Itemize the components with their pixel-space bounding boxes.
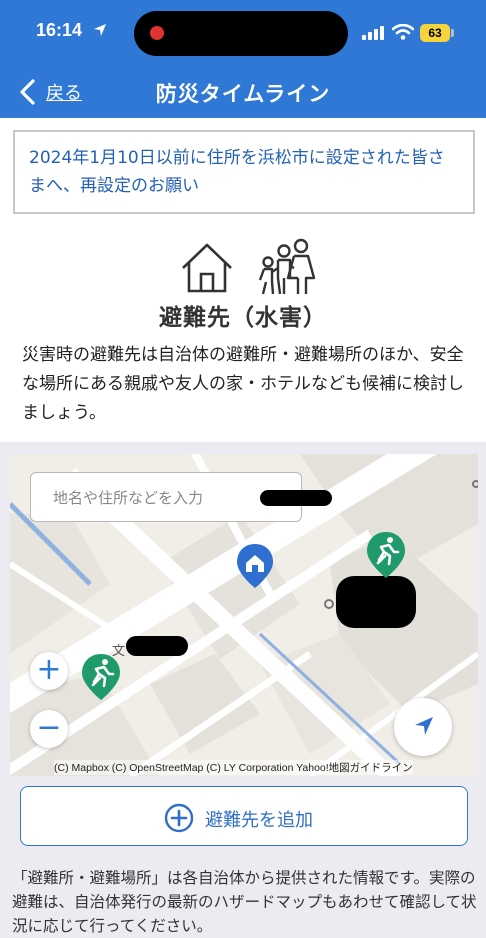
redaction-mark bbox=[336, 576, 416, 628]
search-placeholder: 地名や住所などを入力 bbox=[53, 489, 204, 507]
battery-icon: 63 bbox=[420, 24, 450, 42]
section-title: 避難先（水害） bbox=[159, 305, 327, 331]
page-title: 防災タイムライン bbox=[155, 82, 331, 106]
map-attribution: (C) Mapbox (C) OpenStreetMap (C) LY Corp… bbox=[54, 760, 413, 775]
section-description: 災害時の避難先は自治体の避難所・避難場所のほか、安全な場所にある親戚や友人の家・… bbox=[22, 345, 464, 423]
location-arrow-icon bbox=[94, 24, 106, 36]
add-button-label: 避難先を追加 bbox=[205, 810, 313, 831]
navigation-arrow-icon bbox=[415, 717, 433, 735]
cellular-signal-icon bbox=[362, 26, 384, 40]
footer-note: 「避難所・避難場所」は各自治体から提供された情報です。実際の避難は、自治体発行の… bbox=[12, 869, 477, 935]
house-icon bbox=[182, 243, 232, 293]
recording-dot-icon bbox=[150, 26, 164, 40]
reset-address-notice-link[interactable]: 2024年1月10日以前に住所を浜松市に設定された皆さまへ、再設定のお願い bbox=[13, 130, 475, 214]
dynamic-island bbox=[134, 11, 348, 56]
zoom-in-button[interactable]: + bbox=[30, 652, 68, 690]
nav-bar: 戻る 防災タイムライン bbox=[0, 66, 486, 118]
zoom-out-button[interactable]: − bbox=[30, 710, 68, 748]
add-evacuation-site-button[interactable]: 避難先を追加 bbox=[20, 786, 468, 846]
status-time: 16:14 bbox=[36, 20, 83, 40]
home-pin-icon[interactable] bbox=[235, 542, 275, 590]
redaction-mark bbox=[126, 636, 188, 656]
current-location-button[interactable] bbox=[394, 698, 452, 756]
evacuation-pin-icon[interactable] bbox=[365, 530, 407, 580]
map-view[interactable]: 地名や住所などを入力 文 + − (C) Mapbox (C) OpenStre… bbox=[10, 454, 478, 776]
status-bar: 16:14 63 bbox=[0, 0, 486, 66]
family-icon bbox=[258, 238, 316, 295]
battery-tip bbox=[451, 29, 454, 37]
redaction-mark bbox=[260, 490, 332, 506]
wifi-icon bbox=[392, 24, 414, 40]
evacuation-pin-icon[interactable] bbox=[80, 652, 122, 702]
plus-circle-icon bbox=[164, 803, 194, 833]
section-icons bbox=[0, 236, 486, 296]
